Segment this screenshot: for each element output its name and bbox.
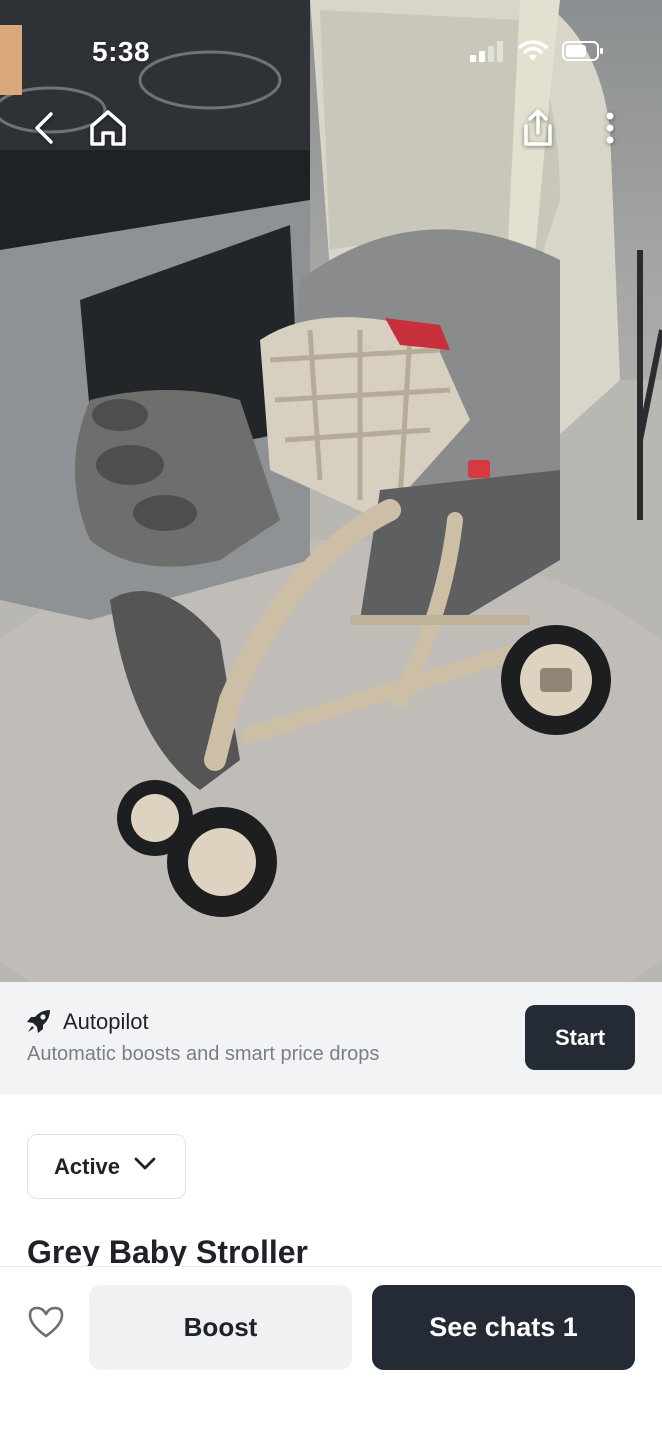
listing-status-dropdown[interactable]: Active [27, 1134, 186, 1199]
autopilot-subtitle: Automatic boosts and smart price drops [27, 1043, 380, 1065]
boost-button[interactable]: Boost [89, 1285, 352, 1370]
listing-status-label: Active [54, 1153, 121, 1179]
share-icon [520, 108, 556, 152]
rocket-icon [26, 1008, 52, 1039]
home-button[interactable] [86, 108, 130, 152]
status-bar: 5:38 [0, 0, 662, 100]
status-icons [470, 40, 604, 67]
wifi-icon [518, 40, 548, 67]
see-chats-button[interactable]: See chats 1 [372, 1285, 635, 1370]
listing-title-container: Grey Baby Stroller [0, 1228, 662, 1266]
more-button[interactable] [588, 108, 632, 152]
battery-icon [562, 40, 604, 67]
listing-title: Grey Baby Stroller [27, 1234, 308, 1266]
share-button[interactable] [516, 108, 560, 152]
back-button[interactable] [22, 108, 66, 152]
autopilot-start-button[interactable]: Start [525, 1005, 635, 1070]
favorite-button[interactable] [26, 1306, 66, 1342]
autopilot-title: Autopilot [63, 1009, 149, 1034]
more-vertical-icon [605, 111, 615, 150]
home-icon [88, 109, 128, 152]
chevron-down-icon [134, 1157, 156, 1176]
chevron-left-icon [32, 111, 56, 150]
listing-photo[interactable]: 5:38 [0, 0, 662, 982]
status-time: 5:38 [92, 36, 151, 67]
cellular-signal-icon [470, 40, 504, 67]
heart-outline-icon [27, 1305, 65, 1344]
top-navigation [0, 100, 662, 160]
